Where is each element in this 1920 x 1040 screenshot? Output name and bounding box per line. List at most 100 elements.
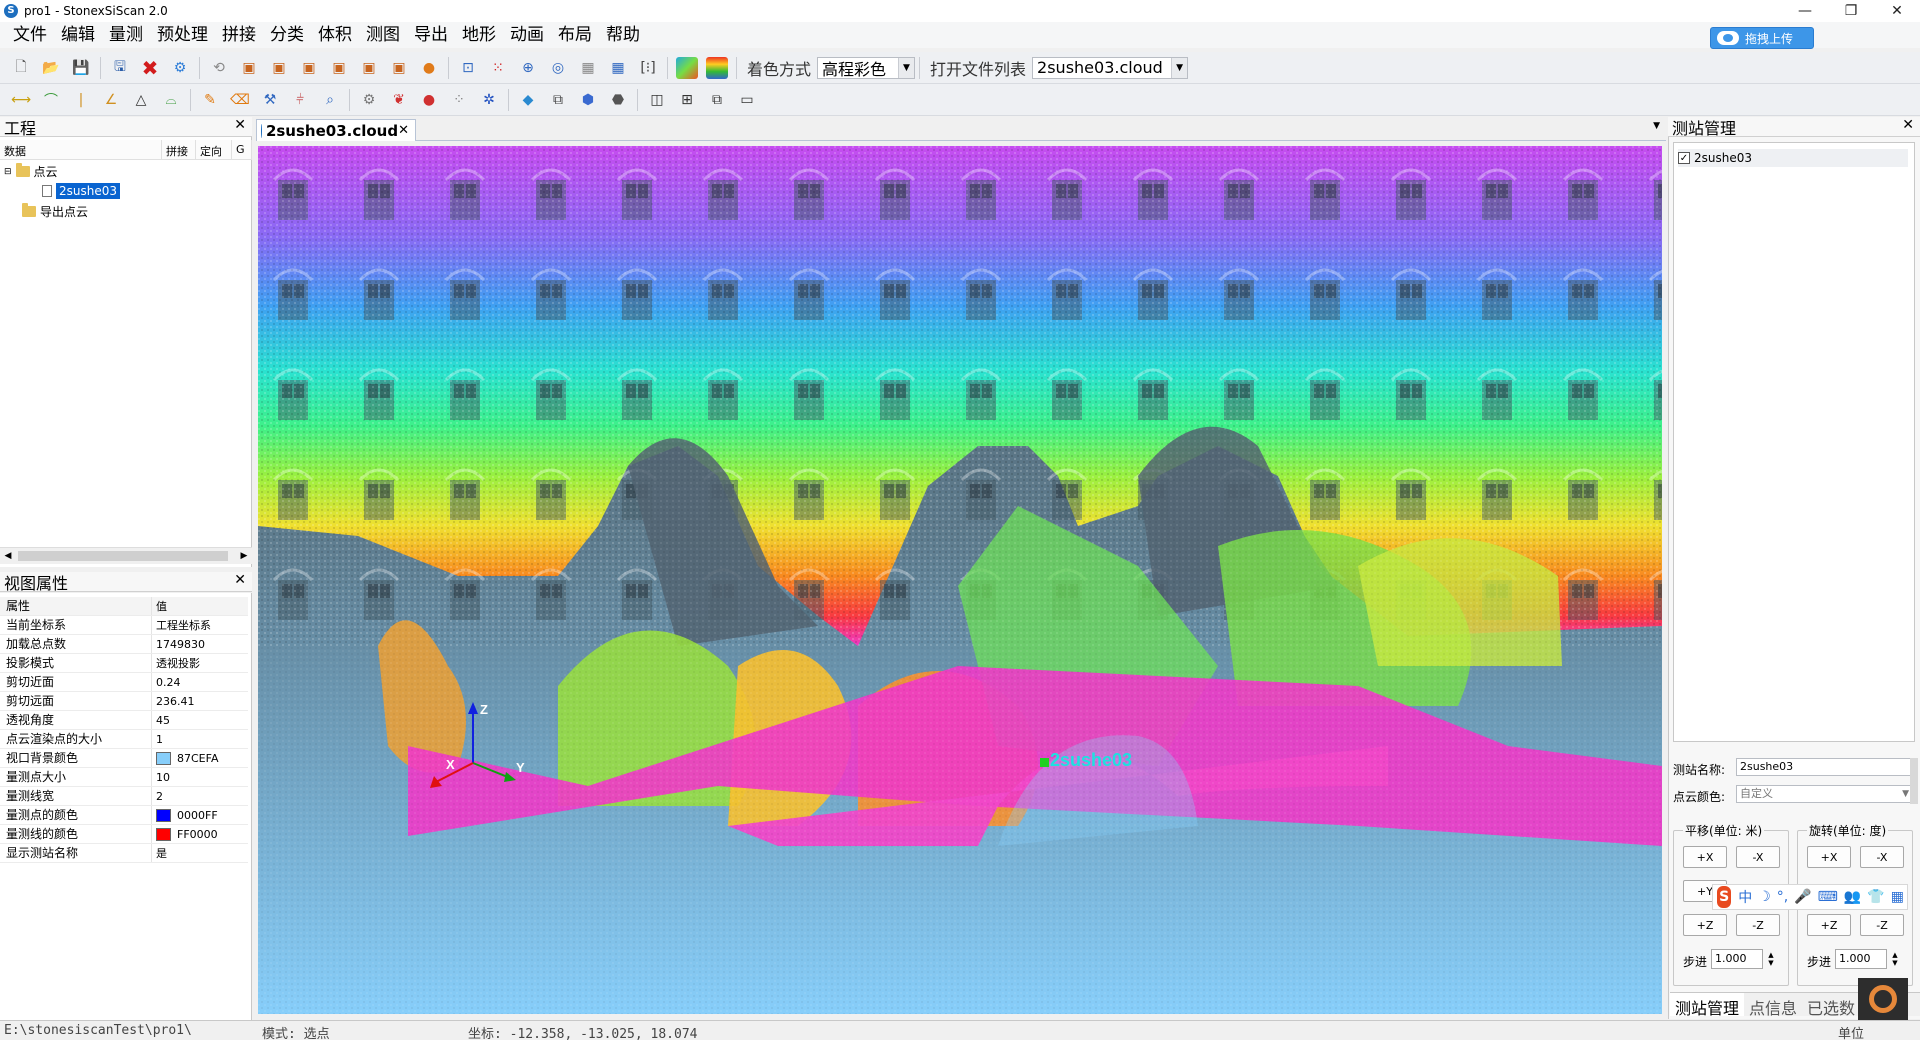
property-value[interactable]: 10 [152, 768, 170, 786]
property-value[interactable]: 236.41 [152, 692, 195, 710]
property-value[interactable]: 45 [152, 711, 170, 729]
grid-select-icon[interactable]: ▦ [577, 57, 599, 79]
tab-station-management[interactable]: 测站管理 [1670, 993, 1745, 1018]
select-points-icon[interactable]: ⁙ [487, 57, 509, 79]
cloud-settings-icon[interactable]: ⚙ [358, 89, 380, 111]
property-row[interactable]: 显示测站名称是 [0, 844, 248, 863]
network-icon[interactable]: ✲ [478, 89, 500, 111]
open-folder-icon[interactable]: 📂 [40, 57, 62, 79]
close-button[interactable]: ✕ [1874, 0, 1920, 22]
view-right-icon[interactable]: ▣ [328, 57, 350, 79]
property-row[interactable]: 视口背景颜色 87CEFA [0, 749, 248, 768]
cloud-color-select[interactable]: 自定义 ▼ [1736, 785, 1912, 803]
measure-height-icon[interactable]: | [70, 89, 92, 111]
property-value[interactable]: 0000FF [152, 806, 218, 824]
view-left-icon[interactable]: ▣ [298, 57, 320, 79]
color-swatch-icon[interactable] [156, 808, 171, 822]
select-circle-icon[interactable]: ◎ [547, 57, 569, 79]
station-item[interactable]: ✓ 2sushe03 [1678, 149, 1908, 167]
view-bottom-icon[interactable]: ▣ [388, 57, 410, 79]
menu-animation[interactable]: 动画 [503, 22, 551, 48]
floating-settings-widget[interactable] [1858, 978, 1908, 1020]
close-tab-icon[interactable]: ✕ [398, 123, 409, 138]
minimize-button[interactable]: — [1782, 0, 1828, 22]
refresh-icon[interactable]: ⟲ [208, 57, 230, 79]
tab-list-dropdown-icon[interactable]: ▼ [1653, 121, 1660, 131]
settings-gear-icon[interactable]: ⚙ [169, 57, 191, 79]
globe-icon[interactable]: ⬢ [577, 89, 599, 111]
translate-minus-x-button[interactable]: -X [1736, 846, 1780, 868]
station-label[interactable]: 2sushe03 [1050, 750, 1132, 770]
compare-icon[interactable]: ⧉ [547, 89, 569, 111]
menu-preprocess[interactable]: 预处理 [150, 22, 215, 48]
property-value[interactable]: 工程坐标系 [152, 616, 211, 634]
property-value[interactable]: 是 [152, 844, 167, 862]
rotate-plus-x-button[interactable]: +X [1807, 846, 1851, 868]
menu-terrain[interactable]: 地形 [455, 22, 503, 48]
panel-scrollbar[interactable] [1910, 758, 1918, 804]
property-row[interactable]: 加载总点数 1749830 [0, 635, 248, 654]
paint-icon[interactable]: ❦ [388, 89, 410, 111]
bracket-select-icon[interactable]: [⁝] [637, 57, 659, 79]
menu-mapping[interactable]: 测图 [359, 22, 407, 48]
eraser-icon[interactable]: ⌫ [229, 89, 251, 111]
menu-file[interactable]: 文件 [6, 22, 54, 48]
menu-edit[interactable]: 编辑 [54, 22, 102, 48]
ime-punctuation-icon[interactable]: °, [1777, 889, 1788, 905]
color-points-icon[interactable]: ● [418, 89, 440, 111]
rgb-color-icon[interactable] [676, 56, 698, 79]
property-row[interactable]: 量测线宽 2 [0, 787, 248, 806]
tree-item-pointcloud[interactable]: ⊟ 点云 [4, 163, 58, 180]
filter-icon[interactable]: ⫩ [289, 89, 311, 111]
ime-grid-icon[interactable]: ▦ [1891, 889, 1904, 905]
property-row[interactable]: 剪切远面 236.41 [0, 692, 248, 711]
layout-split-icon[interactable]: ◫ [646, 89, 668, 111]
property-value[interactable]: 1 [152, 730, 163, 748]
tab-selected-count[interactable]: 已选数 [1802, 993, 1860, 1018]
scroll-right-icon[interactable]: ▶ [236, 548, 252, 564]
menu-volume[interactable]: 体积 [311, 22, 359, 48]
property-value[interactable]: 透视投影 [152, 654, 200, 672]
translate-plus-x-button[interactable]: +X [1683, 846, 1727, 868]
close-icon[interactable]: ✕ [234, 117, 246, 133]
property-row[interactable]: 当前坐标系 工程坐标系 [0, 616, 248, 635]
rotate-minus-z-button[interactable]: -Z [1860, 914, 1904, 936]
ime-moon-icon[interactable]: ☽ [1758, 889, 1771, 905]
property-value[interactable]: 0.24 [152, 673, 181, 691]
property-row[interactable]: 量测点大小 10 [0, 768, 248, 787]
select-box-icon[interactable]: ⊡ [457, 57, 479, 79]
grid-color-icon[interactable]: ▦ [607, 57, 629, 79]
drag-upload-button[interactable]: 拖拽上传 [1710, 27, 1814, 49]
sogou-logo-icon[interactable]: S [1717, 886, 1732, 908]
rotate-step-spinner[interactable]: ▲ ▼ [1889, 949, 1901, 969]
translate-step-input[interactable]: 1.000 [1711, 949, 1763, 969]
property-row[interactable]: 点云渲染点的大小 1 [0, 730, 248, 749]
scatter-points-icon[interactable]: ⁘ [448, 89, 470, 111]
tab-point-info[interactable]: 点信息 [1744, 993, 1802, 1018]
ime-skin-icon[interactable]: 👕 [1867, 889, 1884, 905]
layout-grid-icon[interactable]: ⊞ [676, 89, 698, 111]
save-icon[interactable]: 💾 [70, 57, 92, 79]
collapse-icon[interactable]: ⊟ [4, 167, 12, 177]
station-name-input[interactable]: 2sushe03 [1736, 758, 1912, 776]
view-iso-icon[interactable]: ● [418, 57, 440, 79]
layout-window-icon[interactable]: ▭ [736, 89, 758, 111]
delete-icon[interactable]: ✖ [139, 56, 161, 80]
measure-area-icon[interactable]: △ [130, 89, 152, 111]
ime-toolbar[interactable]: S 中 ☽ °, 🎤 ⌨ 👥 👕 ▦ [1712, 884, 1908, 910]
select-zoom-icon[interactable]: ⊕ [517, 57, 539, 79]
scroll-left-icon[interactable]: ◀ [0, 548, 16, 564]
new-file-icon[interactable]: 🗋 [10, 57, 32, 79]
color-mode-select[interactable]: 高程彩色 ▼ [817, 56, 916, 79]
menu-export[interactable]: 导出 [407, 22, 455, 48]
property-row[interactable]: 量测线的颜色 FF0000 [0, 825, 248, 844]
tree-item-export[interactable]: 导出点云 [22, 203, 88, 220]
measure-angle-icon[interactable]: ∠ [100, 89, 122, 111]
property-value[interactable]: 2 [152, 787, 163, 805]
property-row[interactable]: 透视角度 45 [0, 711, 248, 730]
translate-plus-z-button[interactable]: +Z [1683, 914, 1727, 936]
measure-distance-icon[interactable]: ⟷ [10, 89, 32, 111]
horizontal-scrollbar[interactable]: ◀ ▶ [0, 547, 252, 564]
maximize-button[interactable]: ❐ [1828, 0, 1874, 22]
ime-chinese-mode[interactable]: 中 [1738, 887, 1752, 907]
